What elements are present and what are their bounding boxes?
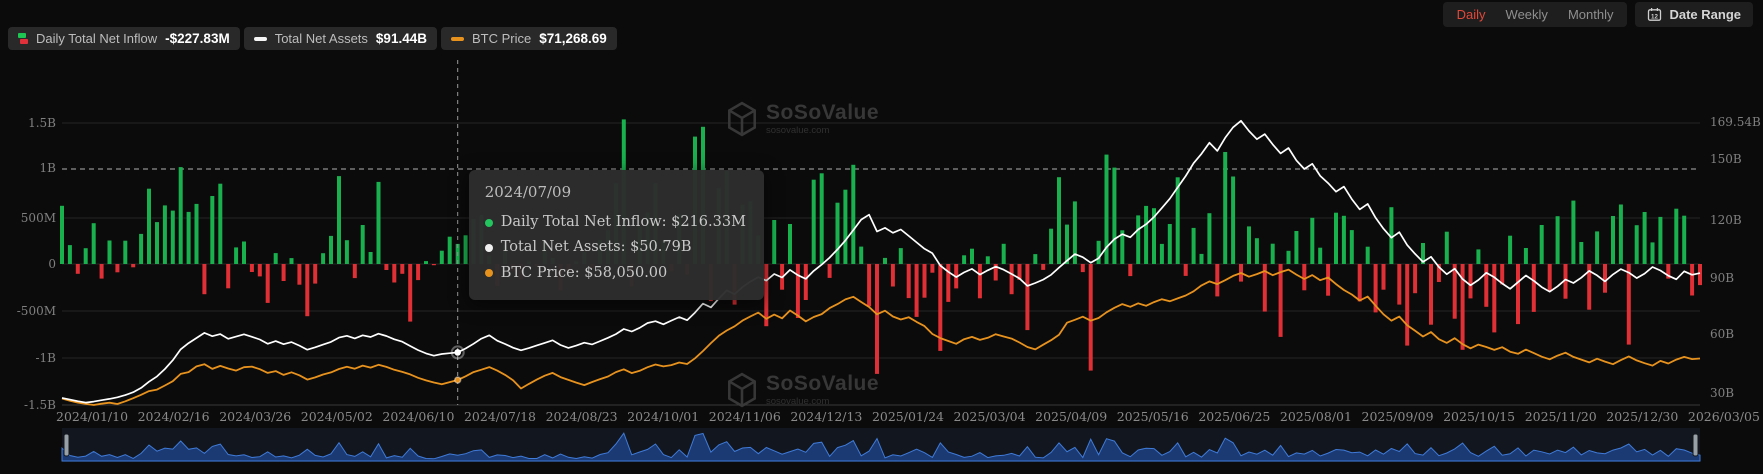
- x-axis-tick: 2025/06/25: [1198, 409, 1271, 424]
- interval-tab-group: Daily Weekly Monthly: [1442, 2, 1628, 27]
- legend-label: BTC Price: [471, 31, 532, 46]
- watermark-brand: SoSoValue: [766, 101, 880, 124]
- legend-value: $91.44B: [375, 31, 427, 46]
- x-axis-tick: 2026/03/05: [1687, 409, 1760, 424]
- tooltip-row: Daily Total Net Inflow: $216.33M: [484, 210, 746, 235]
- date-range-button[interactable]: 12 Date Range: [1635, 2, 1753, 27]
- y-axis-right-tick: 169.54B: [1710, 115, 1761, 129]
- y-axis-left-tick: -1.5B: [24, 398, 56, 412]
- series-dot-icon: [484, 269, 493, 278]
- x-axis-tick: 2024/07/18: [463, 409, 537, 424]
- x-axis-tick: 2025/08/01: [1279, 409, 1352, 424]
- chart-legend: Daily Total Net Inflow -$227.83M Total N…: [8, 27, 617, 50]
- x-axis-tick: 2024/05/02: [300, 409, 373, 424]
- legend-value: -$227.83M: [165, 31, 230, 46]
- chart-controls: Daily Weekly Monthly 12 Date Range: [1442, 2, 1753, 27]
- x-axis-tick: 2024/01/10: [56, 409, 129, 424]
- y-axis-left-tick: 1.5B: [28, 116, 56, 130]
- x-axis-labels: 2024/01/10 2024/02/16 2024/03/26 2024/05/02…: [56, 409, 1760, 424]
- legend-label: Daily Total Net Inflow: [36, 31, 158, 46]
- tab-weekly[interactable]: Weekly: [1496, 4, 1558, 25]
- tooltip-row-text: Daily Total Net Inflow: $216.33M: [500, 214, 746, 230]
- y-axis-left-tick: 1B: [39, 161, 56, 175]
- y-axis-right-tick: 150B: [1710, 152, 1742, 166]
- x-axis-tick: 2024/10/01: [627, 409, 700, 424]
- series-dot-icon: [484, 244, 493, 253]
- watermark-domain: sosovalue.com: [766, 396, 830, 407]
- tab-monthly[interactable]: Monthly: [1558, 4, 1624, 25]
- x-axis-tick: 2024/08/23: [545, 409, 618, 424]
- white-line-icon: [253, 36, 267, 41]
- x-axis-tick: 2024/03/26: [219, 409, 292, 424]
- y-axis-left-tick: -1B: [35, 351, 56, 365]
- sosovalue-logo-icon: [726, 372, 758, 408]
- watermark-domain: sosovalue.com: [766, 125, 830, 136]
- tooltip-row: Total Net Assets: $50.79B: [484, 235, 746, 260]
- x-axis-tick: 2025/10/15: [1443, 409, 1516, 424]
- svg-text:12: 12: [1652, 13, 1659, 20]
- tooltip-row-text: BTC Price: $58,050.00: [500, 264, 668, 281]
- series-dot-icon: [484, 218, 493, 227]
- watermark-center: SoSoValue sosovalue.com: [726, 101, 879, 137]
- orange-line-icon: [450, 36, 464, 41]
- x-axis-tick: 2025/12/30: [1606, 409, 1679, 424]
- chart-tooltip: 2024/07/09 Daily Total Net Inflow: $216.…: [468, 170, 764, 301]
- date-range-label: Date Range: [1669, 7, 1741, 22]
- tooltip-row-text: Total Net Assets: $50.79B: [500, 239, 692, 256]
- tooltip-row: BTC Price: $58,050.00: [484, 261, 746, 286]
- x-axis-tick: 2025/05/16: [1116, 409, 1189, 424]
- x-axis-tick: 2025/04/09: [1035, 409, 1108, 424]
- legend-label: Total Net Assets: [274, 31, 368, 46]
- legend-value: $71,268.69: [539, 31, 607, 46]
- y-axis-left-tick: -500M: [16, 304, 56, 318]
- legend-item-daily-net-inflow[interactable]: Daily Total Net Inflow -$227.83M: [8, 27, 240, 50]
- watermark-bottom: SoSoValue sosovalue.com: [726, 372, 879, 408]
- tooltip-date: 2024/07/09: [484, 183, 572, 201]
- x-axis-tick: 2025/09/09: [1361, 409, 1434, 424]
- y-axis-right-tick: 30B: [1710, 386, 1735, 400]
- y-axis-right-tick: 90B: [1710, 271, 1735, 285]
- x-axis-tick: 2024/06/10: [382, 409, 455, 424]
- tab-daily[interactable]: Daily: [1447, 4, 1496, 25]
- watermark-brand: SoSoValue: [766, 372, 880, 395]
- x-axis-tick: 2025/01/24: [871, 409, 944, 424]
- main-chart-canvas[interactable]: [0, 0, 1763, 474]
- navigator-left-handle[interactable]: [63, 433, 70, 457]
- sosovalue-logo-icon: [726, 101, 758, 137]
- x-axis-tick: 2025/11/20: [1524, 409, 1597, 424]
- legend-item-btc-price[interactable]: BTC Price $71,268.69: [440, 27, 617, 50]
- x-axis-tick: 2024/11/06: [708, 409, 781, 424]
- legend-item-total-net-assets[interactable]: Total Net Assets $91.44B: [243, 27, 437, 50]
- y-axis-left-tick: 500M: [20, 211, 56, 225]
- x-axis-tick: 2024/12/13: [790, 409, 863, 424]
- navigator-right-handle[interactable]: [1692, 433, 1699, 457]
- x-axis-tick: 2024/02/16: [137, 409, 210, 424]
- btc-etf-dashboard: Daily Weekly Monthly 12 Date Range Daily…: [0, 0, 1763, 474]
- calendar-icon: 12: [1647, 7, 1662, 22]
- y-axis-left-tick: 0: [48, 257, 56, 271]
- y-axis-right-tick: 120B: [1710, 213, 1742, 227]
- y-axis-right-tick: 60B: [1710, 327, 1735, 341]
- x-axis-tick: 2025/03/04: [953, 409, 1026, 424]
- inflow-bars-icon: [18, 33, 28, 44]
